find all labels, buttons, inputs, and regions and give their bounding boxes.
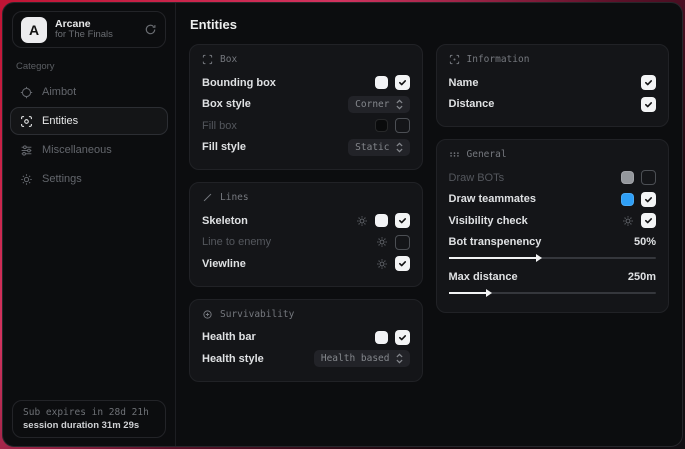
setting-row-fill-box: Fill box [202,115,410,137]
panel-title: Survivability [220,309,294,320]
max-distance-value: 250m [628,271,656,283]
line-to-enemy-checkbox[interactable] [395,235,410,250]
viewline-checkbox[interactable] [395,256,410,271]
survivability-icon [202,309,213,320]
setting-row-max-distance: Max distance 250m [449,266,657,288]
setting-row-skeleton: Skeleton [202,210,410,232]
brand-logo: A [21,17,47,43]
sidebar-item-miscellaneous[interactable]: Miscellaneous [10,136,168,164]
panel-box: Box Bounding box Box style [189,44,423,170]
setting-row-name: Name [449,72,657,94]
setting-row-box-style: Box style Corner [202,94,410,116]
panel-lines: Lines Skeleton [189,182,423,287]
panel-survivability: Survivability Health bar Health style [189,299,423,382]
sub-expires-text: Sub expires in 28d 21h [23,407,155,418]
app-window: A Arcane for The Finals Category Aim [2,2,683,447]
fill-style-dropdown[interactable]: Static [348,139,409,156]
sliders-icon [20,144,33,157]
sidebar-item-label: Aimbot [42,86,76,98]
fill-box-checkbox[interactable] [395,118,410,133]
max-distance-slider[interactable] [449,292,657,294]
setting-row-visibility-check: Visibility check [449,210,657,232]
sidebar-item-entities[interactable]: Entities [10,107,168,135]
draw-teammates-color-swatch[interactable] [621,193,634,206]
fill-box-color-swatch[interactable] [375,119,388,132]
refresh-icon[interactable] [144,23,157,36]
setting-row-viewline: Viewline [202,253,410,275]
bot-transparency-slider-fill [449,257,540,259]
brand-subtitle: for The Finals [55,30,136,41]
sidebar-item-label: Entities [42,115,78,127]
draw-bots-checkbox[interactable] [641,170,656,185]
box-style-dropdown[interactable]: Corner [348,96,409,113]
panel-title: Information [467,54,530,65]
bounding-box-checkbox[interactable] [395,75,410,90]
panel-title: General [467,149,507,160]
setting-row-draw-bots: Draw BOTs [449,167,657,189]
lines-icon [202,192,213,203]
sidebar-item-aimbot[interactable]: Aimbot [10,78,168,106]
setting-row-line-to-enemy: Line to enemy [202,232,410,254]
max-distance-slider-fill [449,292,491,294]
subscription-card: Sub expires in 28d 21h session duration … [12,400,166,438]
health-style-dropdown[interactable]: Health based [314,350,410,367]
skeleton-settings-gear-icon[interactable] [356,215,368,227]
session-duration-text: session duration 31m 29s [23,420,155,431]
setting-row-bounding-box: Bounding box [202,72,410,94]
bot-transparency-slider[interactable] [449,257,657,259]
setting-row-distance: Distance [449,94,657,116]
visibility-check-settings-gear-icon[interactable] [622,215,634,227]
gear-icon [20,173,33,186]
chevron-up-down-icon [396,142,403,153]
line-to-enemy-settings-gear-icon[interactable] [376,236,388,248]
chevron-up-down-icon [396,99,403,110]
setting-row-health-bar: Health bar [202,327,410,349]
sidebar-nav: Aimbot Entities Miscella [3,78,175,193]
health-bar-color-swatch[interactable] [375,331,388,344]
bounding-box-color-swatch[interactable] [375,76,388,89]
scan-eye-icon [20,115,33,128]
box-icon [202,54,213,65]
visibility-check-checkbox[interactable] [641,213,656,228]
crosshair-icon [20,86,33,99]
panel-title: Lines [220,192,249,203]
sidebar-item-label: Miscellaneous [42,144,112,156]
setting-row-health-style: Health style Health based [202,348,410,370]
main-content: Entities Box Bounding box [176,3,682,446]
bot-transparency-value: 50% [634,236,656,248]
chevron-up-down-icon [396,353,403,364]
panel-information: Information Name Distance [436,44,670,127]
skeleton-color-swatch[interactable] [375,214,388,227]
health-bar-checkbox[interactable] [395,330,410,345]
distance-checkbox[interactable] [641,97,656,112]
information-icon [449,54,460,65]
page-title: Entities [190,17,669,32]
sidebar-item-label: Settings [42,173,82,185]
general-grid-icon [449,149,460,160]
panel-general: General Draw BOTs Draw teammates [436,139,670,313]
sidebar: A Arcane for The Finals Category Aim [3,3,176,446]
panel-title: Box [220,54,237,65]
name-checkbox[interactable] [641,75,656,90]
setting-row-fill-style: Fill style Static [202,137,410,159]
brand-card: A Arcane for The Finals [12,11,166,48]
draw-bots-color-swatch[interactable] [621,171,634,184]
category-label: Category [16,61,162,72]
skeleton-checkbox[interactable] [395,213,410,228]
draw-teammates-checkbox[interactable] [641,192,656,207]
setting-row-draw-teammates: Draw teammates [449,189,657,211]
sidebar-item-settings[interactable]: Settings [10,165,168,193]
brand-logo-letter: A [29,22,39,38]
viewline-settings-gear-icon[interactable] [376,258,388,270]
setting-row-bot-transparency: Bot transpenency 50% [449,232,657,254]
